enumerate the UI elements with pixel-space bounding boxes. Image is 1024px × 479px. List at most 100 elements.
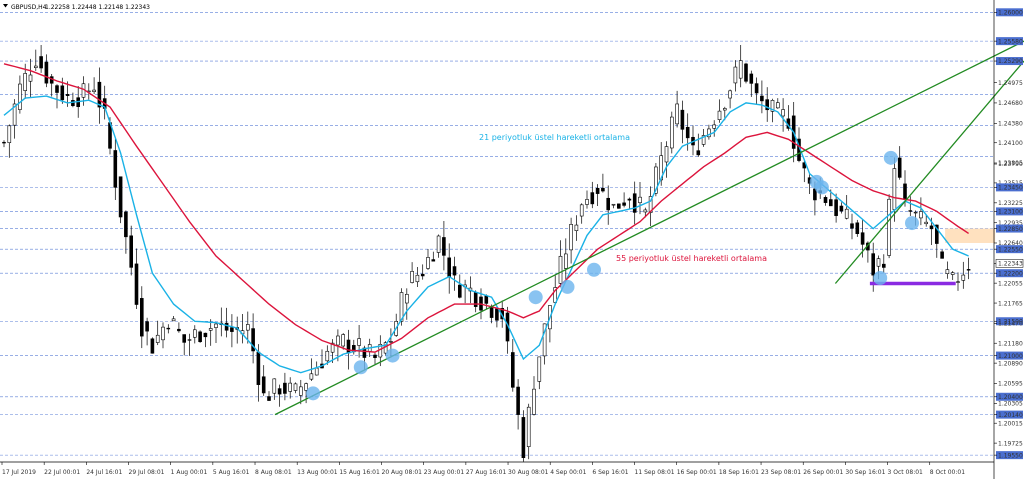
resistance-zone — [945, 228, 996, 243]
price-tick-label: 1.24100 — [998, 140, 1023, 147]
candle-body — [669, 116, 674, 149]
candle-body — [436, 235, 441, 253]
candle-body — [346, 339, 351, 354]
candle-body — [781, 109, 785, 117]
candle-body — [357, 338, 361, 346]
price-tick-label: 1.24975 — [998, 80, 1023, 87]
time-tick-label: 26 Sep 00:01 — [803, 469, 843, 476]
candle-body — [155, 334, 160, 343]
price-tick-label: 1.21180 — [998, 340, 1023, 347]
price-tick-label: 1.21470 — [998, 321, 1023, 328]
candle-body — [426, 257, 430, 269]
candle-body — [860, 232, 865, 245]
candle-body — [685, 126, 690, 139]
candle-body — [616, 203, 621, 209]
candle-body — [606, 197, 611, 211]
chart-background — [0, 0, 1024, 479]
candle-body — [521, 417, 526, 459]
candle-body — [246, 324, 250, 331]
time-tick-label: 23 Aug 00:01 — [424, 469, 465, 476]
time-tick-label: 4 Sep 00:01 — [550, 469, 586, 476]
ema21-annotation: 21 periyotluk üstel hareketli ortalama — [479, 133, 630, 142]
time-tick-label: 1 Aug 00:01 — [171, 469, 208, 476]
candle-body — [590, 192, 595, 205]
candle-body — [113, 150, 118, 188]
candle-body — [675, 103, 679, 125]
candle-body — [532, 388, 536, 415]
candle-body — [839, 205, 844, 212]
candle-body — [850, 223, 854, 229]
candle-body — [627, 198, 632, 201]
candle-body — [961, 274, 966, 281]
candle-body — [516, 386, 520, 415]
candle-body — [60, 85, 65, 101]
price-level-label: 1.19550 — [998, 452, 1023, 459]
candle-body — [230, 327, 234, 332]
candle-body — [447, 257, 452, 277]
candle-body — [182, 334, 186, 343]
candle-body — [569, 224, 573, 251]
candle-body — [309, 373, 314, 380]
candle-body — [325, 350, 330, 362]
candle-body — [2, 141, 6, 144]
candle-body — [717, 110, 722, 120]
candle-body — [124, 211, 128, 238]
resistance-zone-layer — [945, 228, 996, 243]
price-tick-label: 1.20015 — [998, 420, 1023, 427]
candle-body — [892, 168, 897, 210]
time-tick-label: 15 Aug 16:01 — [339, 469, 380, 476]
touch-marker — [528, 290, 543, 305]
candle-body — [844, 208, 849, 219]
touch-marker — [385, 348, 400, 363]
price-level-label: 1.26000 — [998, 9, 1023, 16]
price-tick-label: 1.23790 — [998, 161, 1023, 168]
candle-body — [18, 83, 22, 110]
candle-body — [129, 235, 133, 268]
price-level-label: 1.22550 — [998, 246, 1023, 253]
candle-body — [489, 306, 494, 318]
price-tick-label: 1.20305 — [998, 400, 1023, 407]
candle-body — [7, 125, 12, 143]
candle-body — [855, 222, 860, 234]
candle-body — [171, 318, 176, 322]
candle-body — [442, 237, 446, 256]
candle-body — [298, 386, 303, 396]
price-tick-label: 1.20890 — [998, 360, 1023, 367]
candle-body — [696, 150, 701, 156]
price-tick-label: 1.19725 — [998, 440, 1023, 447]
candle-body — [55, 85, 59, 93]
symbol-label: GBPUSD,H4 — [11, 4, 47, 11]
touch-marker — [353, 360, 368, 375]
price-tick-label: 1.23225 — [998, 200, 1023, 207]
candle-body — [775, 102, 780, 109]
candle-body — [760, 95, 764, 102]
candle-body — [193, 329, 197, 338]
time-tick-label: 30 Aug 08:01 — [508, 469, 549, 476]
time-tick-label: 6 Sep 16:01 — [592, 469, 628, 476]
time-tick-label: 27 Aug 16:01 — [466, 469, 507, 476]
time-tick-label: 3 Oct 08:01 — [888, 469, 923, 476]
candle-body — [887, 198, 891, 256]
candle-body — [256, 351, 261, 385]
candle-body — [563, 253, 568, 269]
candle-body — [712, 124, 717, 129]
candle-body — [728, 90, 732, 99]
time-tick-label: 13 Aug 00:01 — [297, 469, 338, 476]
candle-body — [187, 339, 192, 341]
touch-marker — [905, 216, 919, 231]
candle-body — [33, 65, 38, 68]
candle-body — [924, 221, 929, 225]
candle-body — [261, 376, 266, 394]
candle-body — [65, 94, 70, 96]
candle-body — [495, 308, 499, 321]
candle-body — [537, 356, 542, 382]
candle-body — [680, 109, 685, 130]
candle-body — [452, 266, 457, 276]
touch-marker — [873, 271, 888, 285]
touch-marker — [560, 279, 575, 294]
candle-body — [208, 328, 213, 331]
candle-body — [44, 61, 49, 84]
symbol-header: GBPUSD,H4 1.22258 1.22448 1.22148 1.2234… — [3, 4, 150, 11]
price-tick-label: 1.20595 — [998, 381, 1023, 388]
price-chart[interactable]: 1.26000 1.25580 1.25290 1.24975 1.24680 1.243… — [0, 0, 1024, 479]
